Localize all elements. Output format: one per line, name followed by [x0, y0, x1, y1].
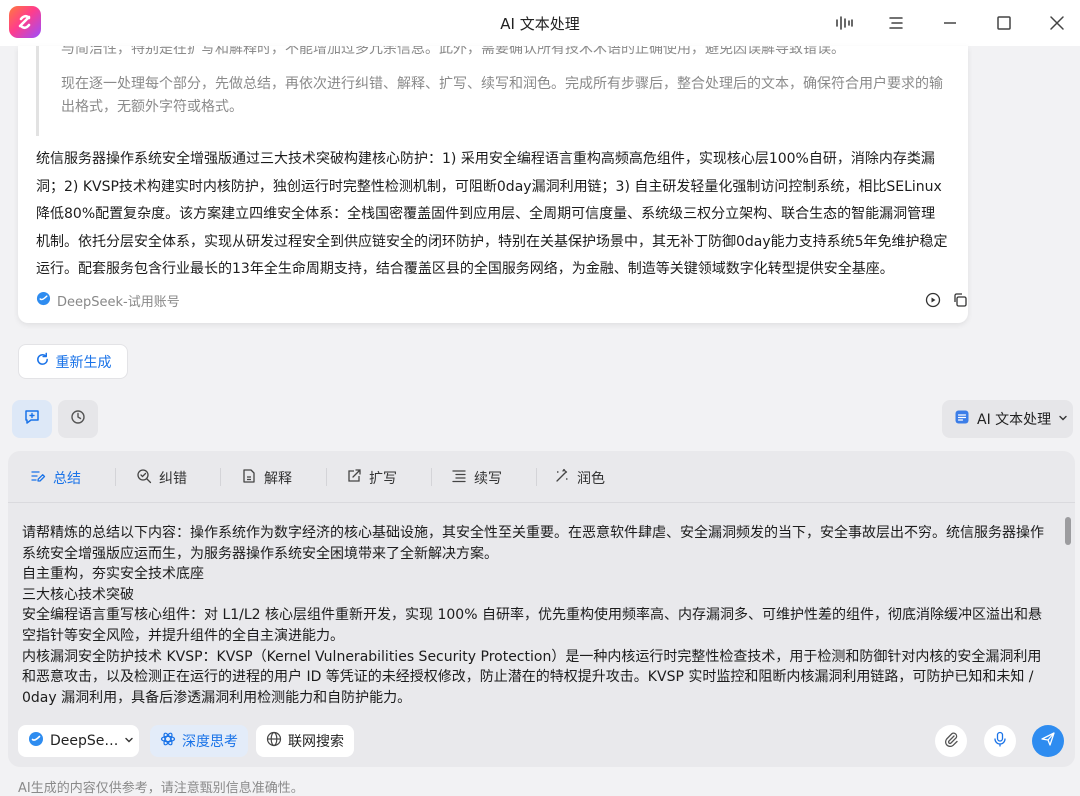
- tab-label: 润色: [577, 471, 605, 487]
- tab-label: 解释: [264, 471, 292, 487]
- play-icon[interactable]: [924, 291, 942, 309]
- menu-icon[interactable]: [884, 11, 908, 35]
- expand-icon: [346, 468, 362, 488]
- tab-label: 总结: [53, 471, 81, 487]
- continue-icon: [451, 468, 467, 488]
- model-tag-label: DeepSeek-试用账号: [57, 295, 180, 310]
- tab-divider: [536, 468, 537, 486]
- prompt-line: 内核漏洞安全防护技术 KVSP：KVSP（Kernel Vulnerabilit…: [22, 648, 1042, 706]
- prompt-line: 三大核心技术突破: [22, 586, 134, 603]
- prompt-line: 请帮精炼的总结以下内容：操作系统作为数字经济的核心基础设施，其安全性至关重要。在…: [22, 525, 1044, 562]
- web-search-label: 联网搜索: [288, 734, 344, 750]
- deepseek-icon: [28, 731, 44, 751]
- prompt-scrollbar[interactable]: [1065, 517, 1071, 545]
- send-button[interactable]: [1032, 725, 1064, 757]
- explain-icon: [241, 468, 257, 488]
- attachment-button[interactable]: [935, 725, 967, 757]
- tab-expand[interactable]: 扩写: [346, 465, 397, 491]
- tab-proofread[interactable]: 纠错: [136, 465, 187, 491]
- new-chat-icon: [23, 408, 41, 430]
- model-select[interactable]: DeepSe…: [18, 725, 139, 757]
- microphone-icon: [992, 731, 1008, 751]
- response-card: 与简洁性，特别是在扩写和解释时，不能增加过多冗余信息。此外，需要确认所有技术术语…: [18, 46, 968, 323]
- tab-explain[interactable]: 解释: [241, 465, 292, 491]
- answer-text: 统信服务器操作系统安全增强版通过三大技术突破构建核心防护：1) 采用安全编程语言…: [36, 151, 948, 277]
- mode-select[interactable]: AI 文本处理: [942, 400, 1073, 438]
- tab-label: 纠错: [159, 471, 187, 487]
- regenerate-label: 重新生成: [55, 354, 112, 371]
- polish-icon: [554, 468, 570, 488]
- ai-disclaimer: AI生成的内容仅供参考，请注意甄别信息准确性。: [18, 781, 304, 796]
- chevron-down-icon: [1058, 411, 1068, 427]
- maximize-icon[interactable]: [992, 11, 1016, 35]
- thinking-line: 现在逐一处理每个部分，先做总结，再依次进行纠错、解释、扩写、续写和润色。完成所有…: [61, 76, 943, 115]
- thinking-line: 与简洁性，特别是在扩写和解释时，不能增加过多冗余信息。此外，需要确认所有技术术语…: [61, 46, 845, 57]
- input-panel: 总结 纠错 解释 扩写 续写 润色 请帮精炼的总结以下内容：操作系统作为数字经济…: [8, 451, 1075, 767]
- copy-icon[interactable]: [951, 291, 969, 309]
- minimize-icon[interactable]: [938, 11, 962, 35]
- close-icon[interactable]: [1045, 11, 1069, 35]
- regenerate-button[interactable]: 重新生成: [18, 344, 128, 379]
- history-icon: [69, 408, 87, 430]
- model-tag: DeepSeek-试用账号: [36, 291, 180, 310]
- tab-divider: [326, 468, 327, 486]
- history-button[interactable]: [58, 400, 98, 438]
- text-process-icon: [954, 409, 970, 429]
- web-search-toggle[interactable]: 联网搜索: [256, 725, 354, 757]
- mode-select-label: AI 文本处理: [977, 412, 1052, 428]
- proofread-icon: [136, 468, 152, 488]
- input-toolbar: DeepSe… 深度思考 联网搜索: [8, 725, 1075, 757]
- send-icon: [1040, 731, 1056, 751]
- tab-divider: [115, 468, 116, 486]
- voice-wave-icon[interactable]: [832, 11, 856, 35]
- paperclip-icon: [943, 731, 959, 751]
- function-tabs: 总结 纠错 解释 扩写 续写 润色: [8, 451, 1075, 503]
- tab-continue[interactable]: 续写: [451, 465, 502, 491]
- summary-icon: [30, 468, 46, 488]
- voice-input-button[interactable]: [984, 725, 1016, 757]
- thinking-quote: 与简洁性，特别是在扩写和解释时，不能增加过多冗余信息。此外，需要确认所有技术术语…: [36, 46, 946, 136]
- deepseek-icon: [36, 291, 51, 310]
- chevron-down-icon: [124, 733, 134, 749]
- globe-icon: [266, 731, 282, 751]
- tab-divider: [431, 468, 432, 486]
- window-title: AI 文本处理: [500, 15, 580, 33]
- prompt-line: 安全编程语言重写核心组件：对 L1/L2 核心层组件重新开发，实现 100% 自…: [22, 607, 1042, 644]
- deep-think-icon: [160, 731, 176, 751]
- refresh-icon: [35, 352, 50, 371]
- response-footer: DeepSeek-试用账号: [36, 289, 967, 311]
- tab-label: 扩写: [369, 471, 397, 487]
- tab-polish[interactable]: 润色: [554, 465, 605, 491]
- tab-label: 续写: [474, 471, 502, 487]
- new-chat-button[interactable]: [12, 400, 52, 438]
- model-select-label: DeepSe…: [50, 733, 119, 749]
- tab-divider: [220, 468, 221, 486]
- prompt-input[interactable]: 请帮精炼的总结以下内容：操作系统作为数字经济的核心基础设施，其安全性至关重要。在…: [22, 523, 1052, 715]
- deep-think-label: 深度思考: [182, 734, 238, 750]
- title-bar: AI 文本处理: [0, 0, 1080, 46]
- prompt-line: 自主重构，夯实安全技术底座: [22, 566, 204, 583]
- tab-summary[interactable]: 总结: [30, 465, 81, 491]
- deep-think-toggle[interactable]: 深度思考: [150, 725, 248, 757]
